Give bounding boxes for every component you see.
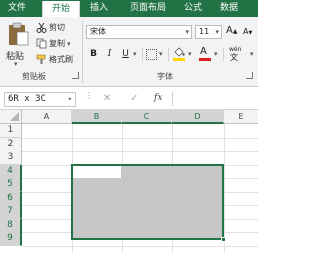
tab-home[interactable]: 开始 [42, 1, 80, 17]
row-header-9[interactable]: 9 [0, 232, 22, 246]
column-header-e[interactable]: E [224, 110, 258, 124]
column-header-d[interactable]: D [172, 110, 224, 124]
copy-button[interactable]: 复制 ▾ [36, 37, 71, 50]
grow-font-button[interactable]: A▲ [226, 25, 237, 36]
worksheet-grid[interactable]: A B C D E 1 2 3 4 5 6 7 8 9 [0, 110, 258, 253]
phonetic-guide-button[interactable]: wén 文 [227, 46, 249, 62]
font-color-button[interactable]: A [198, 46, 212, 62]
font-family-select[interactable]: 宋体 ▾ [86, 25, 192, 39]
font-group-label: 字体 [157, 72, 173, 81]
chevron-down-icon: ▾ [67, 95, 72, 103]
chevron-down-icon[interactable]: ▾ [159, 50, 163, 58]
grid-line [22, 138, 258, 139]
row-header-8[interactable]: 8 [0, 219, 22, 233]
scissors-icon [36, 22, 47, 33]
row-header-6[interactable]: 6 [0, 192, 22, 206]
grid-line [22, 246, 258, 247]
chevron-down-icon[interactable]: ▾ [250, 50, 254, 58]
arrow-down-icon: ▼ [248, 30, 253, 36]
tab-insert[interactable]: 插入 [84, 0, 114, 17]
name-box-value: 6R x 3C [8, 94, 46, 104]
fill-color-bar [173, 58, 185, 61]
paste-icon [9, 22, 29, 46]
shrink-font-button[interactable]: A▼ [243, 27, 252, 36]
format-painter-label: 格式刷 [49, 55, 73, 64]
formula-bar: 6R x 3C ▾ ⋮ ✕ ✓ fx [0, 88, 258, 110]
select-all-icon [10, 112, 19, 121]
format-painter-icon [36, 54, 46, 64]
copy-icon [36, 38, 47, 49]
row-header-3[interactable]: 3 [0, 151, 22, 165]
formula-divider [172, 92, 173, 106]
ribbon-divider [168, 48, 169, 61]
clipboard-group-label: 剪贴板 [22, 72, 46, 81]
ribbon-divider [142, 48, 143, 61]
grid-line [22, 151, 258, 152]
ribbon-tab-bar: 文件 开始 插入 页面布局 公式 数据 [0, 0, 258, 17]
column-header-a[interactable]: A [22, 110, 72, 124]
font-color-bar [199, 58, 211, 61]
paste-button[interactable]: 粘贴 ▾ [4, 21, 32, 68]
confirm-icon[interactable]: ✓ [130, 93, 138, 104]
bold-button[interactable]: B [88, 48, 99, 61]
row-header-5[interactable]: 5 [0, 178, 22, 192]
dialog-launcher-icon[interactable] [246, 72, 253, 79]
font-size-select[interactable]: 11 ▾ [195, 25, 222, 39]
copy-label: 复制 [49, 39, 65, 48]
arrow-up-icon: ▲ [232, 28, 238, 35]
underline-button[interactable]: U [120, 48, 131, 61]
fill-handle[interactable] [221, 237, 226, 242]
row-header-2[interactable]: 2 [0, 138, 22, 152]
column-header-c[interactable]: C [122, 110, 172, 124]
column-header-b[interactable]: B [72, 110, 122, 124]
name-box[interactable]: 6R x 3C ▾ [4, 92, 76, 107]
fill-color-button[interactable] [172, 47, 186, 62]
chevron-down-icon: ▾ [215, 28, 219, 36]
chevron-down-icon[interactable]: ▾ [188, 50, 192, 58]
chevron-down-icon: ▾ [14, 60, 18, 68]
format-painter-button[interactable]: 格式刷 [36, 53, 73, 66]
ribbon: 粘贴 ▾ 剪切 复制 ▾ 格式刷 剪贴板 宋体 ▾ 11 ▾ A▲ A▼ B I… [0, 17, 258, 87]
ribbon-divider [223, 48, 224, 61]
ribbon-divider [82, 21, 83, 83]
select-all-button[interactable] [0, 110, 22, 124]
drag-handle-icon[interactable]: ⋮ [85, 92, 93, 100]
tab-page-layout[interactable]: 页面布局 [122, 0, 174, 17]
chevron-down-icon: ▾ [67, 39, 71, 48]
chevron-down-icon: ▾ [185, 28, 189, 36]
chevron-down-icon[interactable]: ▾ [214, 50, 218, 58]
active-cell[interactable] [73, 166, 121, 178]
phonetic-char-icon: 文 [230, 53, 238, 62]
font-size-value: 11 [199, 27, 210, 36]
insert-function-button[interactable]: fx [154, 93, 162, 103]
font-color-letter: A [200, 46, 207, 57]
cut-label: 剪切 [49, 23, 65, 32]
dialog-launcher-icon[interactable] [72, 72, 79, 79]
grid-line [224, 124, 225, 253]
italic-button[interactable]: I [104, 48, 115, 61]
paint-bucket-icon [174, 47, 185, 57]
tab-file[interactable]: 文件 [0, 0, 34, 17]
formula-input[interactable] [176, 92, 256, 106]
row-header-1[interactable]: 1 [0, 124, 22, 138]
chevron-down-icon[interactable]: ▾ [133, 50, 137, 58]
tab-data[interactable]: 数据 [214, 0, 244, 17]
row-header-4[interactable]: 4 [0, 165, 22, 179]
font-family-value: 宋体 [90, 27, 106, 36]
cancel-icon[interactable]: ✕ [103, 93, 111, 104]
row-header-7[interactable]: 7 [0, 205, 22, 219]
grow-font-label: A [226, 25, 233, 36]
borders-button[interactable] [146, 49, 157, 60]
cut-button[interactable]: 剪切 [36, 21, 65, 34]
tab-formulas[interactable]: 公式 [178, 0, 208, 17]
